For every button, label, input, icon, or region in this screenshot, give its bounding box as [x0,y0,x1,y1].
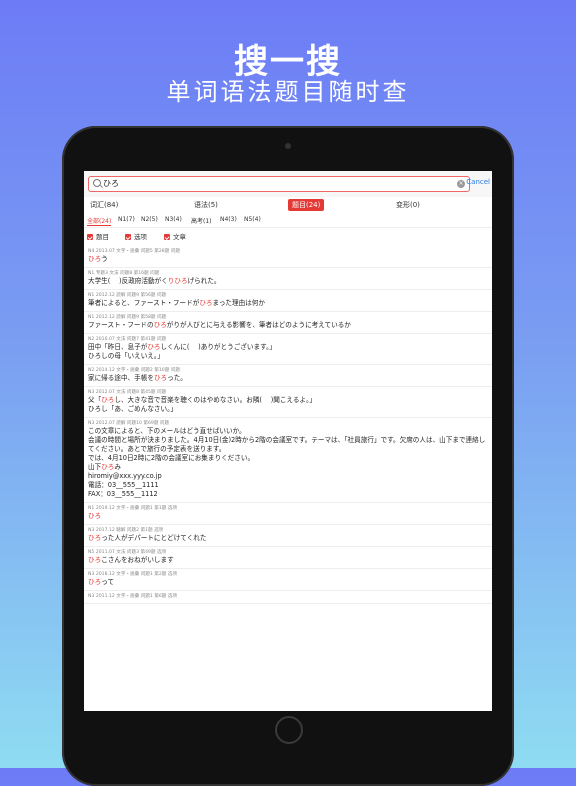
clear-icon[interactable]: × [457,180,465,188]
list-item[interactable]: N5 2011.07 文法 问题3 第49题 选项 ひろこさんをおねがいします [84,547,492,569]
category-tabs: 词汇(84) 语法(5) 题目(24) 变形(0) [84,198,492,214]
item-meta: N3 2011.12 文字・語彙 问题1 第6题 选项 [88,594,178,599]
search-bar: × Cancel [84,171,492,197]
checkbox-icon [164,234,170,240]
level-all[interactable]: 全部(24) [87,216,112,226]
level-n5[interactable]: N5(4) [244,216,261,223]
app-screen: × Cancel 词汇(84) 语法(5) 题目(24) 变形(0) 全部(24… [84,171,492,711]
list-item[interactable]: N1 2019.12 文字・語彙 问题1 第1题 选项 ひろ [84,503,492,525]
list-item[interactable]: N1 专题3 文法 问题8 第16题 问题 大学生( )反政府活動がくりひろげられ… [84,268,492,290]
item-meta: N1 2012.12 読解 问题9 第56题 问题 [88,293,167,298]
cancel-button[interactable]: Cancel [466,178,490,186]
hero-subtitle: 单词语法题目随时查 [166,78,410,106]
item-text: 大学生( )反政府活動がくりひろげられた。 [88,277,221,285]
checkbox-icon [87,234,93,240]
home-button[interactable] [275,716,303,744]
tab-grammar[interactable]: 语法(5) [194,200,218,210]
camera-dot [285,143,291,149]
item-text: ひろ [88,512,102,520]
level-n3[interactable]: N3(4) [165,216,182,223]
list-item[interactable]: N2 2016.07 文法 问题7 第41题 问题 田中「昨日、息子がひろしくんに… [84,334,492,365]
level-gaokao[interactable]: 高考(1) [191,216,212,225]
checkbox-option[interactable]: 选项 [125,231,147,241]
item-meta: N4 2013.07 文字・語彙 问题5 第28题 问题 [88,249,180,254]
list-item[interactable]: N3 2012.07 文法 问题8 第45题 问题 父「ひろし、大きな音で音楽を聴… [84,387,492,418]
search-input[interactable] [103,177,443,191]
item-meta: N3 2012.07 読解 问题10 第69题 问题 [88,421,170,426]
item-text: ファースト・フードのひろがりが人びとに与える影響を、筆者はどのように考えているか [88,321,351,329]
item-text: ひろって [88,578,115,586]
search-icon [93,179,101,187]
list-item[interactable]: N2 2014.12 文字・語彙 问题2 第10题 问题 家に帰る途中、手帳をひろ… [84,365,492,387]
item-meta: N1 2012.12 読解 问题9 第58题 问题 [88,315,167,320]
list-item[interactable]: N3 2018.12 文字・語彙 问题1 第2题 选项 ひろって [84,569,492,591]
item-text: 筆者によると、ファースト・フードがひろまった理由は何か [88,299,265,307]
tablet-frame: × Cancel 词汇(84) 语法(5) 题目(24) 变形(0) 全部(24… [62,126,514,786]
results-list: N4 2013.07 文字・語彙 问题5 第28题 问题 ひろう N1 专题3 文… [84,246,492,604]
level-filter: 全部(24) N1(7) N2(5) N3(4) 高考(1) N4(3) N5(… [84,215,492,228]
search-box[interactable]: × [88,176,470,192]
item-text: 家に帰る途中、手帳をひろった。 [88,374,187,382]
list-item[interactable]: N3 2017.12 聴解 问题2 第1题 选项 ひろった人がデパートにとどけてく… [84,525,492,547]
tab-questions[interactable]: 题目(24) [288,199,325,211]
list-item[interactable]: N4 2013.07 文字・語彙 问题5 第28题 问题 ひろう [84,246,492,268]
item-meta: N2 2014.12 文字・語彙 问题2 第10题 问题 [88,368,180,373]
item-text: ひろった人がデパートにとどけてくれた [88,534,207,542]
item-text: 田中「昨日、息子がひろしくんに( )ありがとうございます。」 ひろしの母「いえい… [88,343,276,360]
item-meta: N1 专题3 文法 问题8 第16题 问题 [88,271,160,276]
list-item[interactable]: N1 2012.12 読解 问题9 第58题 问题 ファースト・フードのひろがりが… [84,312,492,334]
level-n4[interactable]: N4(3) [220,216,237,223]
item-meta: N5 2011.07 文法 问题3 第49题 选项 [88,550,167,555]
item-text: ひろこさんをおねがいします [88,556,174,564]
item-meta: N1 2019.12 文字・語彙 问题1 第1题 选项 [88,506,178,511]
level-n1[interactable]: N1(7) [118,216,135,223]
level-n2[interactable]: N2(5) [141,216,158,223]
checkbox-article[interactable]: 文章 [164,231,186,241]
item-meta: N3 2018.12 文字・語彙 问题1 第2题 选项 [88,572,178,577]
list-item[interactable]: N3 2011.12 文字・語彙 问题1 第6题 选项 [84,591,492,604]
list-item[interactable]: N1 2012.12 読解 问题9 第56题 问题 筆者によると、ファースト・フー… [84,290,492,312]
list-item[interactable]: N3 2012.07 読解 问题10 第69题 问题 この文章によると、下のメール… [84,418,492,503]
item-meta: N3 2017.12 聴解 问题2 第1题 选项 [88,528,164,533]
item-text: この文章によると、下のメールはどう直せばいいか。 会議の時間と場所が決まりました… [88,427,486,498]
checkbox-icon [125,234,131,240]
checkbox-question[interactable]: 题目 [87,231,109,241]
item-meta: N2 2016.07 文法 问题7 第41题 问题 [88,337,167,342]
tab-conjugation[interactable]: 变形(0) [396,200,420,210]
content-filter: 题目 选项 文章 [84,231,492,243]
tab-vocabulary[interactable]: 词汇(84) [90,200,118,210]
item-text: 父「ひろし、大きな音で音楽を聴くのはやめなさい。お隣( )聞こえるよ。」 ひろし… [88,396,316,413]
item-meta: N3 2012.07 文法 问题8 第45题 问题 [88,390,167,395]
item-text: ひろう [88,255,108,263]
